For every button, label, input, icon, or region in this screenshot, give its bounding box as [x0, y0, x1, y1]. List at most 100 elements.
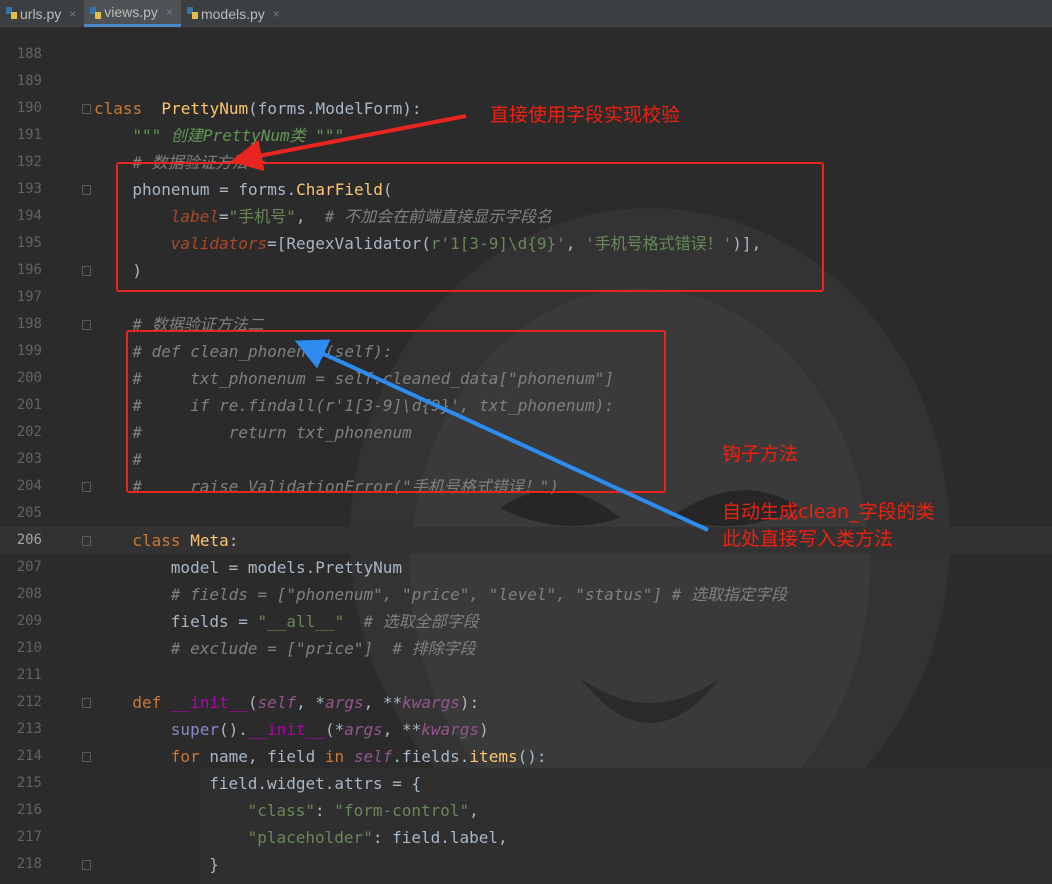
- python-file-icon: [90, 7, 102, 19]
- fold-icon[interactable]: [82, 320, 91, 330]
- tab-label: urls.py: [20, 5, 62, 22]
- code-text: "class": "form-control",: [248, 797, 479, 824]
- code-line[interactable]: 215 field.widget.attrs = {: [0, 770, 1052, 797]
- code-token: __init__: [247, 720, 325, 739]
- fold-icon[interactable]: [82, 698, 91, 708]
- code-line[interactable]: 204 # raise ValidationError("手机号格式错误！"): [0, 473, 1052, 500]
- line-number: 196: [16, 262, 42, 278]
- code-line[interactable]: 213 super().__init__(*args, **kwargs): [0, 716, 1052, 743]
- code-text: field.widget.attrs = {: [209, 770, 421, 797]
- code-text: # raise ValidationError("手机号格式错误！"): [132, 473, 559, 500]
- code-token: # 不加会在前端直接显示字段名: [324, 207, 553, 226]
- code-token: :: [228, 531, 239, 550]
- code-line[interactable]: 209 fields = "__all__" # 选取全部字段: [0, 608, 1052, 635]
- code-token: )],: [732, 234, 762, 253]
- code-line[interactable]: 206 class Meta:: [0, 527, 1052, 554]
- code-text: label="手机号", # 不加会在前端直接显示字段名: [171, 203, 552, 230]
- close-icon[interactable]: ×: [166, 5, 173, 19]
- code-token: ,: [469, 801, 479, 820]
- close-icon[interactable]: ×: [273, 7, 280, 21]
- code-token: # exclude = ["price"] # 排除字段: [170, 639, 476, 658]
- tab-views-py[interactable]: views.py ×: [84, 0, 181, 27]
- code-token: items: [469, 747, 518, 766]
- code-line[interactable]: 188: [0, 41, 1052, 68]
- code-line[interactable]: 214 for name, field in self.fields.items(…: [0, 743, 1052, 770]
- code-line[interactable]: 211: [0, 662, 1052, 689]
- fold-icon[interactable]: [82, 752, 91, 762]
- code-token: "__all__": [257, 612, 345, 631]
- code-token: """ 创建PrettyNum类 """: [132, 126, 345, 145]
- line-number: 212: [16, 694, 42, 710]
- fold-icon[interactable]: [82, 860, 91, 870]
- code-text: #: [132, 446, 142, 473]
- line-number: 209: [16, 613, 42, 629]
- line-number: 197: [16, 289, 42, 305]
- code-line[interactable]: 198 # 数据验证方法二: [0, 311, 1052, 338]
- code-token: "form-control": [334, 801, 470, 820]
- code-text: fields = "__all__" # 选取全部字段: [171, 608, 479, 635]
- code-line[interactable]: 207 model = models.PrettyNum: [0, 554, 1052, 581]
- tab-urls-py[interactable]: urls.py ×: [0, 0, 84, 27]
- editor-tab-bar: urls.py × views.py × models.py ×: [0, 0, 1052, 28]
- fold-icon[interactable]: [82, 104, 91, 114]
- code-line[interactable]: 208 # fields = ["phonenum", "price", "lev…: [0, 581, 1052, 608]
- line-number: 213: [16, 721, 42, 737]
- code-text: super().__init__(*args, **kwargs): [171, 716, 489, 743]
- code-line[interactable]: 199 # def clean_phonenum(self):: [0, 338, 1052, 365]
- code-editor[interactable]: 188 189 190 class PrettyNum(forms.ModelForm…: [0, 28, 1052, 884]
- code-token: # txt_phonenum = self.cleaned_data["phon…: [132, 369, 615, 388]
- code-token: # 选取全部字段: [363, 612, 479, 631]
- code-token: ): [479, 720, 489, 739]
- code-line[interactable]: 217 "placeholder": field.label,: [0, 824, 1052, 851]
- tab-models-py[interactable]: models.py ×: [181, 0, 288, 27]
- code-token: # if re.findall(r'1[3-9]\d{9}', txt_phon…: [132, 396, 615, 415]
- code-line[interactable]: 218}: [0, 851, 1052, 878]
- code-token: ().: [218, 720, 248, 739]
- code-line[interactable]: 210 # exclude = ["price"] # 排除字段: [0, 635, 1052, 662]
- code-line[interactable]: 200 # txt_phonenum = self.cleaned_data["p…: [0, 365, 1052, 392]
- code-token: , *: [296, 693, 326, 712]
- code-text: for name, field in self.fields.items():: [171, 743, 547, 770]
- code-token: ): [132, 261, 143, 280]
- fold-icon[interactable]: [82, 185, 91, 195]
- code-token: '手机号格式错误！': [585, 234, 733, 253]
- line-number: 202: [16, 424, 42, 440]
- line-number: 188: [16, 46, 42, 62]
- code-token: kwargs: [402, 693, 460, 712]
- code-line[interactable]: 195 validators=[RegexValidator(r'1[3-9]\d…: [0, 230, 1052, 257]
- code-text: }: [209, 851, 219, 878]
- fold-icon[interactable]: [82, 482, 91, 492]
- fold-icon[interactable]: [82, 266, 91, 276]
- code-token: ,: [565, 234, 586, 253]
- code-line[interactable]: 189: [0, 68, 1052, 95]
- code-line[interactable]: 203 #: [0, 446, 1052, 473]
- code-text: # exclude = ["price"] # 排除字段: [171, 635, 476, 662]
- code-text: "placeholder": field.label,: [248, 824, 508, 851]
- code-token: # raise ValidationError("手机号格式错误！"): [132, 477, 560, 496]
- code-line[interactable]: 212 def __init__(self, *args, **kwargs):: [0, 689, 1052, 716]
- code-line[interactable]: 216 "class": "form-control",: [0, 797, 1052, 824]
- code-token: # 数据验证方法二: [132, 315, 264, 334]
- code-line[interactable]: 201 # if re.findall(r'1[3-9]\d{9}', txt_p…: [0, 392, 1052, 419]
- code-line[interactable]: 194 label="手机号", # 不加会在前端直接显示字段名: [0, 203, 1052, 230]
- ide-window: urls.py × views.py × models.py × 188 189 1…: [0, 0, 1052, 884]
- code-token: =[RegexValidator(: [267, 234, 431, 253]
- code-token: r'1[3-9]\d{9}': [430, 234, 566, 253]
- code-token: phonenum: [132, 180, 210, 199]
- code-text: class PrettyNum(forms.ModelForm):: [94, 95, 422, 122]
- code-line[interactable]: 196): [0, 257, 1052, 284]
- tab-label: models.py: [200, 5, 265, 22]
- code-token: ):: [459, 693, 480, 712]
- line-number: 203: [16, 451, 42, 467]
- line-number: 216: [16, 802, 42, 818]
- code-line[interactable]: 202 # return txt_phonenum: [0, 419, 1052, 446]
- code-line[interactable]: 192 # 数据验证方法一: [0, 149, 1052, 176]
- code-token: = forms.: [209, 180, 297, 199]
- code-line[interactable]: 193 phonenum = forms.CharField(: [0, 176, 1052, 203]
- close-icon[interactable]: ×: [69, 7, 76, 21]
- code-token: label: [170, 207, 219, 226]
- fold-icon[interactable]: [82, 536, 91, 546]
- code-line[interactable]: 197: [0, 284, 1052, 311]
- code-text: def __init__(self, *args, **kwargs):: [132, 689, 479, 716]
- code-line[interactable]: 219: [0, 878, 1052, 884]
